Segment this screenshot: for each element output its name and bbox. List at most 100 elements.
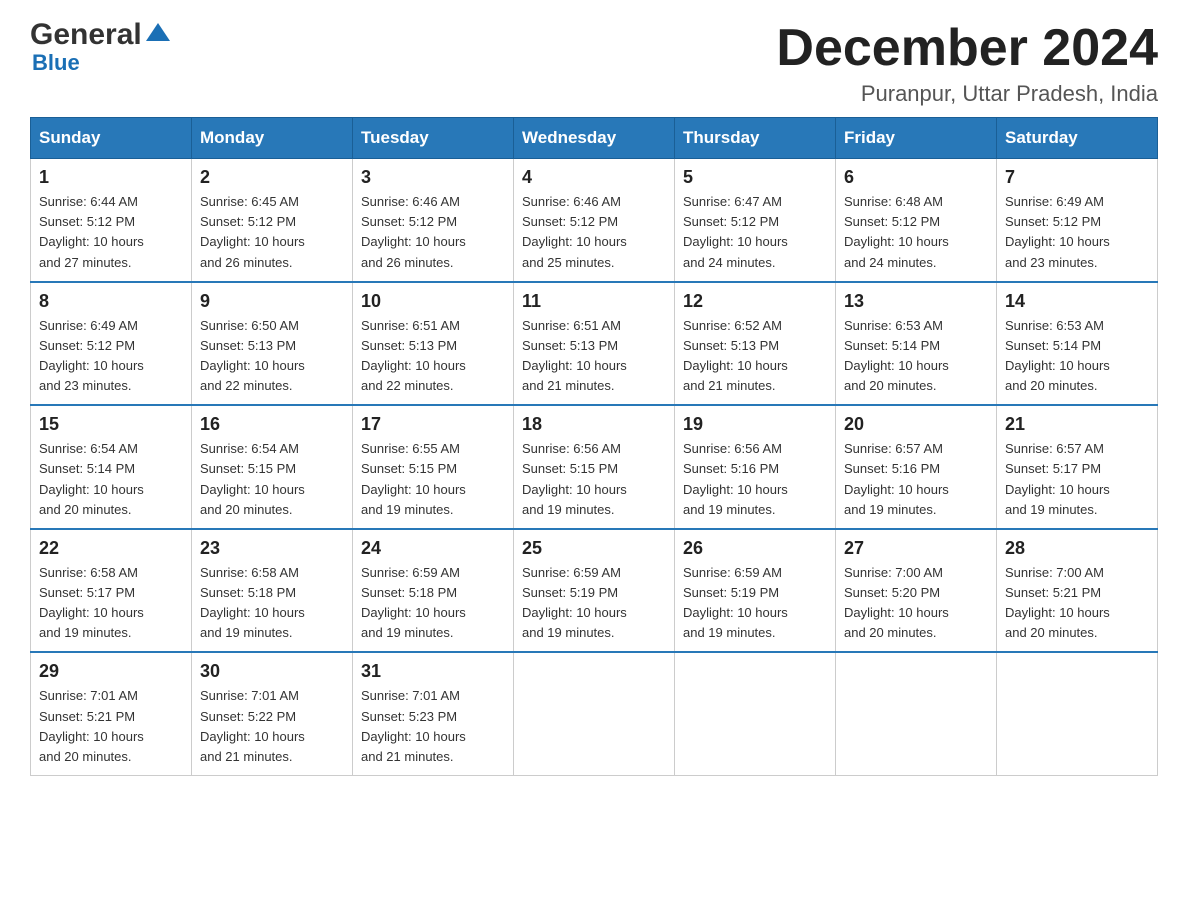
calendar-cell: 7 Sunrise: 6:49 AMSunset: 5:12 PMDaylight… [997, 159, 1158, 282]
day-number: 13 [844, 291, 988, 312]
day-number: 17 [361, 414, 505, 435]
day-number: 8 [39, 291, 183, 312]
title-block: December 2024 Puranpur, Uttar Pradesh, I… [776, 20, 1158, 107]
day-detail: Sunrise: 6:59 AMSunset: 5:19 PMDaylight:… [683, 563, 827, 644]
day-number: 28 [1005, 538, 1149, 559]
day-number: 19 [683, 414, 827, 435]
logo-icon [144, 19, 172, 47]
day-number: 15 [39, 414, 183, 435]
calendar-cell: 23 Sunrise: 6:58 AMSunset: 5:18 PMDayligh… [192, 529, 353, 653]
calendar-cell [997, 652, 1158, 775]
calendar-cell: 26 Sunrise: 6:59 AMSunset: 5:19 PMDayligh… [675, 529, 836, 653]
day-number: 4 [522, 167, 666, 188]
calendar-cell: 27 Sunrise: 7:00 AMSunset: 5:20 PMDayligh… [836, 529, 997, 653]
calendar-cell: 20 Sunrise: 6:57 AMSunset: 5:16 PMDayligh… [836, 405, 997, 529]
calendar-cell: 31 Sunrise: 7:01 AMSunset: 5:23 PMDayligh… [353, 652, 514, 775]
day-detail: Sunrise: 6:57 AMSunset: 5:16 PMDaylight:… [844, 439, 988, 520]
calendar-cell: 8 Sunrise: 6:49 AMSunset: 5:12 PMDaylight… [31, 282, 192, 406]
day-number: 2 [200, 167, 344, 188]
weekday-header-sunday: Sunday [31, 118, 192, 159]
day-number: 18 [522, 414, 666, 435]
day-number: 10 [361, 291, 505, 312]
day-detail: Sunrise: 6:46 AMSunset: 5:12 PMDaylight:… [361, 192, 505, 273]
logo-blue: Blue [30, 52, 80, 74]
weekday-header-tuesday: Tuesday [353, 118, 514, 159]
day-detail: Sunrise: 6:45 AMSunset: 5:12 PMDaylight:… [200, 192, 344, 273]
day-number: 23 [200, 538, 344, 559]
day-detail: Sunrise: 7:00 AMSunset: 5:20 PMDaylight:… [844, 563, 988, 644]
day-detail: Sunrise: 6:50 AMSunset: 5:13 PMDaylight:… [200, 316, 344, 397]
day-detail: Sunrise: 7:01 AMSunset: 5:22 PMDaylight:… [200, 686, 344, 767]
calendar-cell: 9Sunrise: 6:50 AMSunset: 5:13 PMDaylight… [192, 282, 353, 406]
day-number: 12 [683, 291, 827, 312]
calendar-cell [514, 652, 675, 775]
calendar-cell: 12 Sunrise: 6:52 AMSunset: 5:13 PMDayligh… [675, 282, 836, 406]
weekday-header-thursday: Thursday [675, 118, 836, 159]
calendar-cell: 11 Sunrise: 6:51 AMSunset: 5:13 PMDayligh… [514, 282, 675, 406]
day-detail: Sunrise: 6:57 AMSunset: 5:17 PMDaylight:… [1005, 439, 1149, 520]
calendar-cell: 13 Sunrise: 6:53 AMSunset: 5:14 PMDayligh… [836, 282, 997, 406]
day-detail: Sunrise: 6:53 AMSunset: 5:14 PMDaylight:… [844, 316, 988, 397]
day-number: 6 [844, 167, 988, 188]
day-number: 5 [683, 167, 827, 188]
logo: General Blue [30, 20, 172, 74]
logo-general: General [30, 20, 142, 50]
calendar-cell: 4 Sunrise: 6:46 AMSunset: 5:12 PMDaylight… [514, 159, 675, 282]
day-detail: Sunrise: 6:59 AMSunset: 5:19 PMDaylight:… [522, 563, 666, 644]
calendar-cell: 10 Sunrise: 6:51 AMSunset: 5:13 PMDayligh… [353, 282, 514, 406]
day-detail: Sunrise: 6:51 AMSunset: 5:13 PMDaylight:… [522, 316, 666, 397]
day-detail: Sunrise: 6:56 AMSunset: 5:15 PMDaylight:… [522, 439, 666, 520]
calendar-cell: 5 Sunrise: 6:47 AMSunset: 5:12 PMDaylight… [675, 159, 836, 282]
day-detail: Sunrise: 7:01 AMSunset: 5:23 PMDaylight:… [361, 686, 505, 767]
calendar-week-row-1: 1 Sunrise: 6:44 AMSunset: 5:12 PMDaylight… [31, 159, 1158, 282]
day-detail: Sunrise: 6:47 AMSunset: 5:12 PMDaylight:… [683, 192, 827, 273]
weekday-header-saturday: Saturday [997, 118, 1158, 159]
calendar-cell: 17 Sunrise: 6:55 AMSunset: 5:15 PMDayligh… [353, 405, 514, 529]
calendar-cell: 3 Sunrise: 6:46 AMSunset: 5:12 PMDaylight… [353, 159, 514, 282]
day-number: 1 [39, 167, 183, 188]
calendar-cell: 16Sunrise: 6:54 AMSunset: 5:15 PMDayligh… [192, 405, 353, 529]
day-number: 3 [361, 167, 505, 188]
day-detail: Sunrise: 7:01 AMSunset: 5:21 PMDaylight:… [39, 686, 183, 767]
calendar-cell: 2 Sunrise: 6:45 AMSunset: 5:12 PMDaylight… [192, 159, 353, 282]
calendar-cell: 21 Sunrise: 6:57 AMSunset: 5:17 PMDayligh… [997, 405, 1158, 529]
day-detail: Sunrise: 6:58 AMSunset: 5:18 PMDaylight:… [200, 563, 344, 644]
day-detail: Sunrise: 6:48 AMSunset: 5:12 PMDaylight:… [844, 192, 988, 273]
day-number: 21 [1005, 414, 1149, 435]
calendar-cell: 28Sunrise: 7:00 AMSunset: 5:21 PMDayligh… [997, 529, 1158, 653]
calendar-cell: 30 Sunrise: 7:01 AMSunset: 5:22 PMDayligh… [192, 652, 353, 775]
day-number: 7 [1005, 167, 1149, 188]
day-detail: Sunrise: 6:49 AMSunset: 5:12 PMDaylight:… [1005, 192, 1149, 273]
day-detail: Sunrise: 6:54 AMSunset: 5:15 PMDaylight:… [200, 439, 344, 520]
weekday-header-monday: Monday [192, 118, 353, 159]
calendar-cell: 19 Sunrise: 6:56 AMSunset: 5:16 PMDayligh… [675, 405, 836, 529]
day-number: 22 [39, 538, 183, 559]
day-number: 11 [522, 291, 666, 312]
location: Puranpur, Uttar Pradesh, India [776, 81, 1158, 107]
calendar-cell: 25Sunrise: 6:59 AMSunset: 5:19 PMDayligh… [514, 529, 675, 653]
calendar-cell [675, 652, 836, 775]
calendar-week-row-4: 22 Sunrise: 6:58 AMSunset: 5:17 PMDayligh… [31, 529, 1158, 653]
day-number: 30 [200, 661, 344, 682]
day-detail: Sunrise: 6:52 AMSunset: 5:13 PMDaylight:… [683, 316, 827, 397]
weekday-header-row: SundayMondayTuesdayWednesdayThursdayFrid… [31, 118, 1158, 159]
weekday-header-wednesday: Wednesday [514, 118, 675, 159]
day-number: 20 [844, 414, 988, 435]
calendar-table: SundayMondayTuesdayWednesdayThursdayFrid… [30, 117, 1158, 776]
day-detail: Sunrise: 6:44 AMSunset: 5:12 PMDaylight:… [39, 192, 183, 273]
day-number: 27 [844, 538, 988, 559]
day-detail: Sunrise: 6:59 AMSunset: 5:18 PMDaylight:… [361, 563, 505, 644]
day-detail: Sunrise: 6:49 AMSunset: 5:12 PMDaylight:… [39, 316, 183, 397]
calendar-cell: 14Sunrise: 6:53 AMSunset: 5:14 PMDayligh… [997, 282, 1158, 406]
day-detail: Sunrise: 6:53 AMSunset: 5:14 PMDaylight:… [1005, 316, 1149, 397]
calendar-cell: 15Sunrise: 6:54 AMSunset: 5:14 PMDayligh… [31, 405, 192, 529]
calendar-cell: 29 Sunrise: 7:01 AMSunset: 5:21 PMDayligh… [31, 652, 192, 775]
day-detail: Sunrise: 6:55 AMSunset: 5:15 PMDaylight:… [361, 439, 505, 520]
day-detail: Sunrise: 6:58 AMSunset: 5:17 PMDaylight:… [39, 563, 183, 644]
day-detail: Sunrise: 6:51 AMSunset: 5:13 PMDaylight:… [361, 316, 505, 397]
day-detail: Sunrise: 6:56 AMSunset: 5:16 PMDaylight:… [683, 439, 827, 520]
day-number: 29 [39, 661, 183, 682]
day-detail: Sunrise: 6:46 AMSunset: 5:12 PMDaylight:… [522, 192, 666, 273]
day-number: 31 [361, 661, 505, 682]
day-number: 26 [683, 538, 827, 559]
